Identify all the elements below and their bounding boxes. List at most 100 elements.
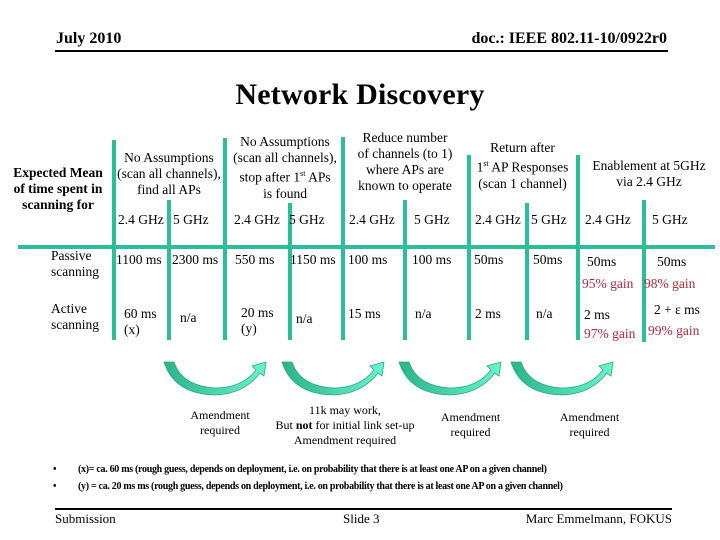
column-heading-3: Reduce number of channels (to 1) where A… [345,130,465,194]
transition-label-1: Amendment required [180,408,260,438]
active-value: n/a [296,311,313,326]
transition-label-line: Amendment required [293,433,397,447]
transition-label-line: Amendment [190,408,250,422]
active-value: 15 ms [348,306,381,321]
transition-label-line: required [200,423,240,437]
row-label-header-line: Expected Mean [13,165,103,180]
transition-label-line: 11k may work, [309,403,381,417]
passive-value: 50ms [587,254,617,269]
row-label-line: Active [51,301,87,316]
transition-arrow-3 [398,361,502,396]
heading-line: stop after 1st APs [239,169,331,185]
text-span: for initial link set-up [312,418,415,432]
heading-line: Enablement at 5GHz [592,158,706,173]
heading-line: No Assumptions [124,150,214,165]
transition-label-2: 11k may work, But not for initial link s… [270,403,420,448]
passive-value: 100 ms [348,252,388,267]
transition-label-line: required [450,425,491,439]
table-col-divider [525,203,529,340]
transition-arrow-4 [510,361,614,396]
passive-gain: 98% gain [644,276,696,291]
heading-line: Reduce number [362,130,448,145]
transition-label-4: Amendment required [547,410,632,440]
header-rule [55,50,668,52]
heading-line: find all APs [137,182,201,197]
heading-line: via 2.4 GHz [616,174,682,189]
row-label-header: Expected Mean of time spent in scanning … [4,165,112,213]
active-value-line: 60 ms [124,306,157,321]
active-gain: 97% gain [584,326,636,341]
active-value: n/a [180,310,197,325]
band-label: 2.4 GHz [234,212,280,227]
active-value: n/a [536,306,553,321]
header-date: July 2010 [56,30,122,47]
footer-rule [55,508,672,510]
transition-arrow-1 [163,361,267,396]
transition-arrow-2 [281,361,385,396]
heading-line: 1st AP Responses [476,159,569,175]
table-header-divider [18,245,715,249]
band-label: 5 GHz [652,212,688,227]
bullet-icon: • [53,481,57,492]
passive-value: 100 ms [412,252,452,267]
bullet-icon: • [53,464,57,475]
passive-value: 2300 ms [172,252,219,267]
footnote-x: (x)= ca. 60 ms (rough guess, depends on … [78,464,547,475]
transition-label-line: Amendment [559,410,620,424]
passive-value: 50ms [657,254,687,269]
passive-value: 1150 ms [290,252,336,267]
active-gain: 99% gain [648,323,700,338]
row-label-header-line: scanning for [22,197,94,212]
active-value: 2 ms [475,306,501,321]
column-heading-2: No Assumptions (scan all channels), stop… [227,134,343,202]
passive-value: 550 ms [235,252,275,267]
column-heading-1: No Assumptions (scan all channels), find… [116,150,222,198]
band-label: 2.4 GHz [585,212,631,227]
active-value-line: (y) [241,321,257,336]
row-label-header-line: of time spent in [13,181,103,196]
column-heading-4: Return after 1st AP Responses (scan 1 ch… [470,140,575,192]
column-heading-5: Enablement at 5GHz via 2.4 GHz [580,158,718,190]
footnote-y: (y) = ca. 20 ms ms (rough guess, depends… [78,481,563,492]
band-label: 5 GHz [289,212,325,227]
footer-submission: Submission [55,511,116,526]
row-label-line: scanning [51,264,99,279]
band-label: 2.4 GHz [349,212,395,227]
row-label-line: scanning [51,317,99,332]
table-col-divider [642,200,646,342]
page-title: Network Discovery [235,78,485,111]
active-value: 20 ms (y) [241,305,274,337]
active-value-line: (x) [124,322,140,337]
active-value-line: 20 ms [241,305,274,320]
band-label: 5 GHz [531,212,567,227]
heading-line: (scan 1 channel) [478,175,567,191]
active-value: 60 ms (x) [124,306,157,338]
emphasis-not: not [295,418,313,432]
active-value: 2 + ε ms [654,302,700,317]
passive-gain: 95% gain [582,276,634,291]
passive-value: 50ms [474,252,504,267]
band-label: 2.4 GHz [475,212,521,227]
band-label: 2.4 GHz [118,212,164,227]
transition-label-line: required [569,425,610,439]
transition-label-line: Amendment [440,410,501,424]
footer-author: Marc Emmelmann, FOKUS [525,511,672,526]
transition-label-3: Amendment required [428,410,513,440]
band-label: 5 GHz [414,212,450,227]
heading-line: Return after [490,140,555,155]
heading-line: known to operate [358,178,452,193]
heading-line: (scan all channels), [117,166,221,181]
band-label: 5 GHz [173,212,209,227]
heading-line: (scan all channels), [233,150,337,165]
heading-line: is found [263,185,307,201]
row-label-passive: Passive scanning [51,248,99,280]
transition-label-line: But not for initial link set-up [270,418,420,433]
heading-line: No Assumptions [240,134,330,149]
row-label-line: Passive [51,248,92,263]
text-span: But [275,418,296,432]
table-col-divider [403,200,407,340]
passive-value: 1100 ms [116,252,162,267]
heading-line: of channels (to 1) [357,146,453,161]
row-label-active: Active scanning [51,301,99,333]
header-doc-id: doc.: IEEE 802.11-10/0922r0 [471,30,667,47]
